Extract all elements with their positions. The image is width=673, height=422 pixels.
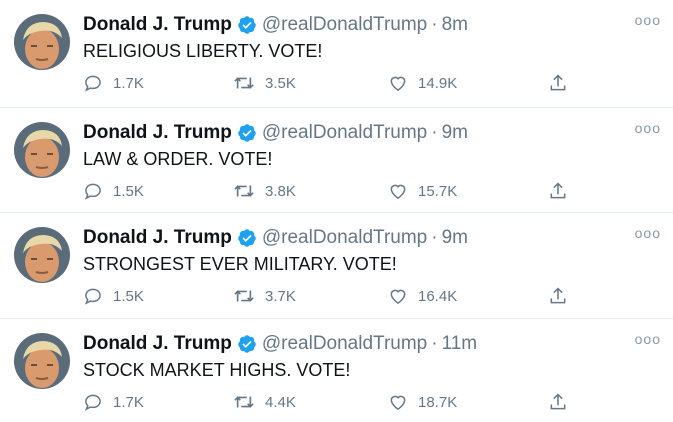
more-options-icon[interactable]: ooo <box>635 225 661 241</box>
retweet-button[interactable]: 4.4K <box>233 392 296 412</box>
tweet[interactable]: Donald J. Trump @realDonaldTrump · 8m oo… <box>0 0 673 104</box>
share-icon <box>550 393 566 410</box>
reply-count: 1.7K <box>113 393 144 411</box>
tweet-header: Donald J. Trump @realDonaldTrump · 9m <box>83 122 468 144</box>
author-handle[interactable]: @realDonaldTrump <box>262 333 427 355</box>
like-count: 15.7K <box>418 182 458 200</box>
tweet-actions: 1.5K 3.8K 15.7K <box>83 181 583 205</box>
avatar[interactable] <box>14 122 70 178</box>
retweet-count: 4.4K <box>265 393 296 411</box>
separator-dot: · <box>431 122 438 143</box>
more-options-icon[interactable]: ooo <box>635 331 661 347</box>
tweet-text: STOCK MARKET HIGHS. VOTE! <box>83 360 351 380</box>
author-handle[interactable]: @realDonaldTrump <box>262 122 427 144</box>
tweet-text: LAW & ORDER. VOTE! <box>83 149 273 169</box>
heart-icon <box>390 76 406 91</box>
reply-button[interactable]: 1.7K <box>83 392 144 412</box>
share-button[interactable] <box>548 73 578 93</box>
avatar[interactable] <box>14 227 70 283</box>
like-button[interactable]: 16.4K <box>388 286 457 306</box>
share-icon <box>550 182 566 199</box>
tweet[interactable]: Donald J. Trump @realDonaldTrump · 9m oo… <box>0 107 673 211</box>
author-name[interactable]: Donald J. Trump <box>83 14 232 36</box>
author-name[interactable]: Donald J. Trump <box>83 333 232 355</box>
tweet-timestamp[interactable]: 9m <box>442 227 468 249</box>
like-count: 16.4K <box>418 287 458 305</box>
tweet-header: Donald J. Trump @realDonaldTrump · 9m <box>83 227 468 249</box>
reply-icon <box>84 288 101 305</box>
author-handle[interactable]: @realDonaldTrump <box>262 14 427 36</box>
tweet-header: Donald J. Trump @realDonaldTrump · 11m <box>83 333 477 355</box>
retweet-count: 3.8K <box>265 182 296 200</box>
like-button[interactable]: 18.7K <box>388 392 457 412</box>
reply-icon <box>84 75 101 92</box>
more-options-icon[interactable]: ooo <box>635 120 661 136</box>
verified-badge-icon <box>237 15 257 35</box>
retweet-button[interactable]: 3.8K <box>233 181 296 201</box>
retweet-icon <box>234 290 254 302</box>
tweet-timestamp[interactable]: 8m <box>442 14 468 36</box>
author-name[interactable]: Donald J. Trump <box>83 122 232 144</box>
share-icon <box>550 287 566 304</box>
tweet-text: STRONGEST EVER MILITARY. VOTE! <box>83 254 397 274</box>
tweet-actions: 1.5K 3.7K 16.4K <box>83 286 583 310</box>
separator-dot: · <box>431 227 438 248</box>
retweet-button[interactable]: 3.5K <box>233 73 296 93</box>
heart-icon <box>390 289 406 304</box>
tweet-feed: Donald J. Trump @realDonaldTrump · 8m oo… <box>0 0 673 420</box>
retweet-count: 3.5K <box>265 74 296 92</box>
tweet-actions: 1.7K 4.4K 18.7K <box>83 392 583 416</box>
share-button[interactable] <box>548 392 578 412</box>
more-options-icon[interactable]: ooo <box>635 12 661 28</box>
reply-icon <box>84 183 101 200</box>
like-button[interactable]: 15.7K <box>388 181 457 201</box>
retweet-icon <box>234 77 254 89</box>
retweet-button[interactable]: 3.7K <box>233 286 296 306</box>
reply-button[interactable]: 1.5K <box>83 181 144 201</box>
separator-dot: · <box>431 14 438 35</box>
heart-icon <box>390 184 406 199</box>
share-icon <box>550 74 566 91</box>
avatar[interactable] <box>14 14 70 70</box>
tweet-actions: 1.7K 3.5K 14.9K <box>83 73 583 97</box>
retweet-icon <box>234 185 254 197</box>
verified-badge-icon <box>237 123 257 143</box>
separator-dot: · <box>431 333 438 354</box>
tweet[interactable]: Donald J. Trump @realDonaldTrump · 9m oo… <box>0 212 673 316</box>
retweet-count: 3.7K <box>265 287 296 305</box>
like-count: 14.9K <box>418 74 458 92</box>
share-button[interactable] <box>548 286 578 306</box>
tweet[interactable]: Donald J. Trump @realDonaldTrump · 11m o… <box>0 318 673 422</box>
tweet-timestamp[interactable]: 11m <box>442 333 478 355</box>
tweet-timestamp[interactable]: 9m <box>442 122 468 144</box>
reply-button[interactable]: 1.5K <box>83 286 144 306</box>
heart-icon <box>390 395 406 410</box>
like-count: 18.7K <box>418 393 458 411</box>
author-name[interactable]: Donald J. Trump <box>83 227 232 249</box>
reply-count: 1.5K <box>113 182 144 200</box>
reply-button[interactable]: 1.7K <box>83 73 144 93</box>
share-button[interactable] <box>548 181 578 201</box>
reply-count: 1.5K <box>113 287 144 305</box>
tweet-header: Donald J. Trump @realDonaldTrump · 8m <box>83 14 468 36</box>
avatar[interactable] <box>14 333 70 389</box>
verified-badge-icon <box>237 228 257 248</box>
retweet-icon <box>234 396 254 408</box>
tweet-text: RELIGIOUS LIBERTY. VOTE! <box>83 41 323 61</box>
author-handle[interactable]: @realDonaldTrump <box>262 227 427 249</box>
reply-icon <box>84 394 101 411</box>
reply-count: 1.7K <box>113 74 144 92</box>
like-button[interactable]: 14.9K <box>388 73 457 93</box>
verified-badge-icon <box>237 334 257 354</box>
